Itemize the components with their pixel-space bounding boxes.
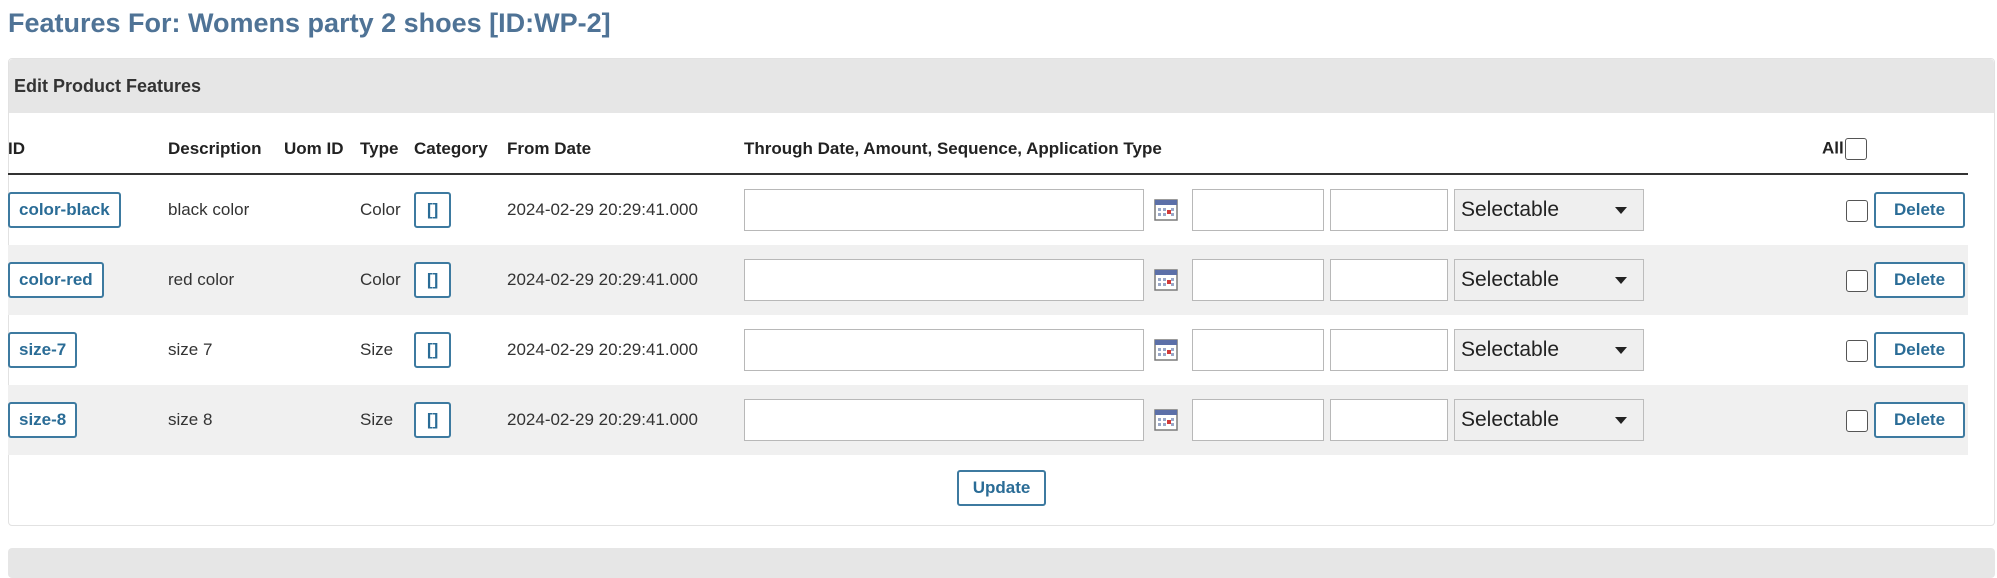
feature-id-link[interactable]: size-7	[8, 332, 78, 368]
col-header-all: All	[1804, 125, 1968, 175]
chevron-down-icon	[1615, 417, 1627, 424]
update-button[interactable]: Update	[956, 470, 1047, 506]
amount-input[interactable]	[1192, 329, 1324, 371]
application-type-value: Selectable	[1461, 338, 1560, 361]
cell-from-date: 2024-02-29 20:29:41.000	[507, 340, 698, 359]
cell-description: black color	[168, 200, 250, 219]
category-link[interactable]: []	[414, 332, 452, 368]
category-link[interactable]: []	[414, 402, 452, 438]
delete-button[interactable]: Delete	[1874, 192, 1966, 228]
table-row: size-7 size 7 Size [] 2024-02-29 20:29:41.00…	[8, 315, 1968, 385]
all-label: All	[1822, 138, 1844, 158]
table-header-row: ID Description Uom ID Type Category From…	[8, 125, 1968, 175]
cell-type: Color	[360, 200, 401, 219]
cell-type: Size	[360, 385, 414, 455]
cell-type: Color	[360, 245, 414, 315]
cell-actions: Delete	[1804, 174, 1968, 245]
cell-description: red color	[168, 245, 284, 315]
category-link[interactable]: []	[414, 262, 452, 298]
application-type-select[interactable]: Selectable	[1454, 329, 1644, 371]
application-type-select[interactable]: Selectable	[1454, 259, 1644, 301]
table-row: color-black black color Color [] 2024-02-29 …	[8, 174, 1968, 245]
update-row: Update	[9, 470, 1996, 506]
cell-description: size 8	[168, 385, 284, 455]
row-checkbox[interactable]	[1846, 199, 1868, 222]
table-row: size-8 size 8 Size[] 2024-02-29 20:29:41.00…	[8, 385, 1968, 455]
application-type-value: Selectable	[1461, 268, 1560, 291]
calendar-icon[interactable]	[1154, 198, 1178, 222]
sequence-input[interactable]	[1330, 329, 1448, 371]
delete-button[interactable]: Delete	[1874, 262, 1966, 298]
delete-button[interactable]: Delete	[1874, 402, 1966, 438]
next-panel-header	[8, 548, 1995, 578]
chevron-down-icon	[1615, 207, 1627, 214]
cell-category: []	[414, 245, 507, 315]
col-header-uom: Uom ID	[284, 125, 360, 175]
chevron-down-icon	[1615, 277, 1627, 284]
row-checkbox[interactable]	[1846, 339, 1868, 362]
category-link[interactable]: []	[414, 192, 452, 228]
col-header-category: Category	[414, 125, 507, 175]
through-date-input[interactable]	[744, 399, 1144, 441]
cell-from-date: 2024-02-29 20:29:41.000	[507, 200, 698, 219]
amount-input[interactable]	[1192, 399, 1324, 441]
cell-from-date: 2024-02-29 20:29:41.000	[507, 245, 744, 315]
cell-actions: Delete	[1804, 245, 1968, 315]
delete-button[interactable]: Delete	[1874, 332, 1966, 368]
col-header-id: ID	[8, 125, 168, 175]
chevron-down-icon	[1615, 347, 1627, 354]
cell-actions: Delete	[1804, 315, 1968, 385]
calendar-icon[interactable]	[1154, 408, 1178, 432]
cell-id: color-red	[8, 245, 168, 315]
sequence-input[interactable]	[1330, 399, 1448, 441]
cell-type: Size	[360, 340, 394, 359]
row-checkbox[interactable]	[1846, 409, 1868, 432]
calendar-icon[interactable]	[1154, 268, 1178, 292]
col-header-description: Description	[168, 125, 284, 175]
cell-through: Selectable	[744, 174, 1804, 245]
cell-category: []	[414, 315, 507, 385]
cell-through: Selectable	[744, 245, 1804, 315]
cell-through: Selectable	[744, 385, 1804, 455]
cell-actions: Delete	[1804, 385, 1968, 455]
cell-uom	[284, 174, 360, 245]
panel-header: Edit Product Features	[9, 59, 1994, 113]
col-header-type: Type	[360, 125, 414, 175]
cell-uom	[284, 385, 360, 455]
cell-category: []	[414, 174, 507, 245]
application-type-select[interactable]: Selectable	[1454, 189, 1644, 231]
sequence-input[interactable]	[1330, 189, 1448, 231]
col-header-from-date: From Date	[507, 125, 744, 175]
cell-through: Selectable	[744, 315, 1804, 385]
page-title: Features For: Womens party 2 shoes [ID:W…	[8, 8, 611, 38]
row-checkbox[interactable]	[1846, 269, 1868, 292]
cell-id: size-8	[8, 385, 168, 455]
features-table: ID Description Uom ID Type Category From…	[8, 125, 1968, 455]
application-type-value: Selectable	[1461, 408, 1560, 431]
feature-id-link[interactable]: color-black	[8, 192, 121, 228]
cell-from-date: 2024-02-29 20:29:41.000	[507, 385, 744, 455]
sequence-input[interactable]	[1330, 259, 1448, 301]
application-type-select[interactable]: Selectable	[1454, 399, 1644, 441]
table-row: color-red red color Color[] 2024-02-29 20:2…	[8, 245, 1968, 315]
cell-category: []	[414, 385, 507, 455]
col-header-through: Through Date, Amount, Sequence, Applicat…	[744, 125, 1804, 175]
cell-id: color-black	[8, 174, 168, 245]
through-date-input[interactable]	[744, 329, 1144, 371]
cell-description: size 7	[168, 340, 213, 359]
feature-id-link[interactable]: color-red	[8, 262, 104, 298]
cell-id: size-7	[8, 315, 168, 385]
cell-uom	[284, 315, 360, 385]
through-date-input[interactable]	[744, 259, 1144, 301]
feature-id-link[interactable]: size-8	[8, 402, 78, 438]
through-date-input[interactable]	[744, 189, 1144, 231]
amount-input[interactable]	[1192, 189, 1324, 231]
application-type-value: Selectable	[1461, 198, 1560, 221]
calendar-icon[interactable]	[1154, 338, 1178, 362]
cell-uom	[284, 245, 360, 315]
amount-input[interactable]	[1192, 259, 1324, 301]
select-all-checkbox[interactable]	[1844, 138, 1867, 160]
